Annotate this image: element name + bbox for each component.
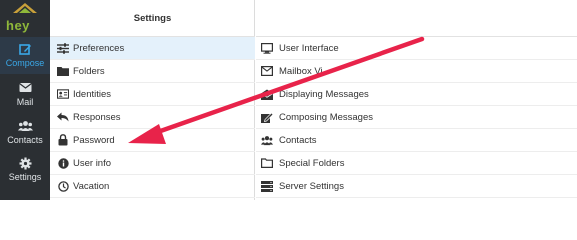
app-logo: hey [0,0,50,36]
nav-mail[interactable]: Mail [0,76,50,113]
open-envelope-icon [261,88,273,100]
folder-icon [57,65,69,77]
settings-item-label: Responses [73,112,121,123]
section-special-folders[interactable]: Special Folders [256,152,577,175]
settings-item-preferences[interactable]: Preferences [50,37,255,60]
settings-item-user-info[interactable]: User info [50,152,255,175]
preferences-sections: User Interface Mailbox Vi Displaying Mes… [256,0,577,200]
lock-icon [57,134,69,146]
logo-mark-icon [13,3,37,13]
people-icon [0,120,50,133]
envelope-icon [0,82,50,95]
nav-settings-label: Settings [8,172,42,182]
info-icon [57,157,69,169]
settings-item-label: Folders [73,66,105,77]
monitor-icon [261,42,273,54]
section-label: Mailbox Vi [279,66,323,77]
section-displaying-messages[interactable]: Displaying Messages [256,83,577,106]
section-contacts[interactable]: Contacts [256,129,577,152]
section-label: Composing Messages [279,112,373,123]
app-sidebar: hey Compose Mail Contacts Settings [0,0,50,200]
settings-item-label: User info [73,158,112,169]
settings-list: Settings Preferences Folders Identities … [50,0,255,200]
settings-title: Settings [50,0,255,37]
nav-contacts[interactable]: Contacts [0,114,50,151]
compose-icon [0,43,50,56]
nav-compose-label: Compose [5,58,45,68]
settings-item-label: Identities [73,89,112,100]
settings-item-vacation[interactable]: Vacation [50,175,255,198]
section-mailbox-view[interactable]: Mailbox Vi [256,60,577,83]
section-label: Server Settings [279,181,344,192]
envelope-outline-icon [261,65,273,77]
clock-icon [57,180,69,192]
gear-icon [0,157,50,170]
edit-icon [261,111,273,123]
settings-item-folders[interactable]: Folders [50,60,255,83]
reply-icon [57,111,69,123]
section-user-interface[interactable]: User Interface [256,37,577,60]
settings-item-label: Password [73,135,115,146]
folder-outline-icon [261,157,273,169]
section-server-settings[interactable]: Server Settings [256,175,577,198]
logo-text: hey [6,18,30,33]
id-card-icon [57,88,69,100]
section-label: Contacts [279,135,317,146]
section-label: Special Folders [279,158,345,169]
server-icon [261,180,273,192]
settings-item-password[interactable]: Password [50,129,255,152]
settings-item-responses[interactable]: Responses [50,106,255,129]
section-composing-messages[interactable]: Composing Messages [256,106,577,129]
section-label: User Interface [279,43,339,54]
nav-mail-label: Mail [16,97,34,107]
nav-compose[interactable]: Compose [0,37,50,74]
nav-contacts-label: Contacts [7,135,43,145]
settings-item-identities[interactable]: Identities [50,83,255,106]
preferences-header [256,0,577,37]
people-icon [261,134,273,146]
settings-item-label: Preferences [73,43,125,54]
settings-item-label: Vacation [73,181,110,192]
sliders-icon [57,42,69,54]
section-label: Displaying Messages [279,89,369,100]
nav-settings[interactable]: Settings [0,151,50,188]
